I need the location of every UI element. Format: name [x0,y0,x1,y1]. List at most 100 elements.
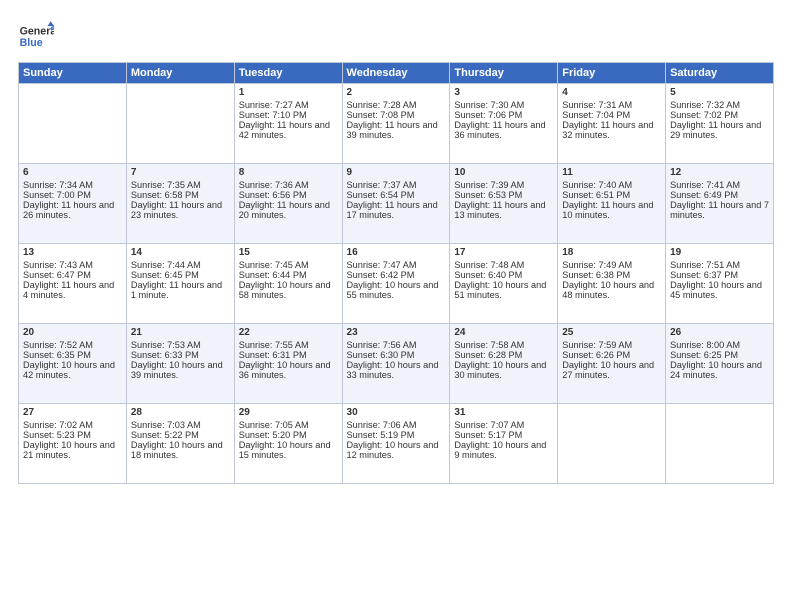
calendar-cell: 27Sunrise: 7:02 AMSunset: 5:23 PMDayligh… [19,404,127,484]
day-info: Sunset: 6:26 PM [562,350,661,360]
weekday-header-sunday: Sunday [19,63,127,84]
calendar-cell [558,404,666,484]
day-info: Sunrise: 7:36 AM [239,180,338,190]
day-info: Sunrise: 7:44 AM [131,260,230,270]
day-info: Sunset: 6:25 PM [670,350,769,360]
day-info: Sunset: 6:30 PM [347,350,446,360]
day-info: Sunrise: 7:49 AM [562,260,661,270]
day-info: Sunrise: 7:39 AM [454,180,553,190]
day-info: Daylight: 11 hours and 13 minutes. [454,200,553,220]
calendar-week-5: 27Sunrise: 7:02 AMSunset: 5:23 PMDayligh… [19,404,774,484]
calendar-cell: 3Sunrise: 7:30 AMSunset: 7:06 PMDaylight… [450,84,558,164]
calendar-cell [19,84,127,164]
calendar-cell: 19Sunrise: 7:51 AMSunset: 6:37 PMDayligh… [666,244,774,324]
day-info: Sunset: 6:58 PM [131,190,230,200]
day-info: Daylight: 10 hours and 12 minutes. [347,440,446,460]
day-info: Sunset: 6:37 PM [670,270,769,280]
weekday-header-monday: Monday [126,63,234,84]
day-info: Daylight: 11 hours and 4 minutes. [23,280,122,300]
weekday-header-friday: Friday [558,63,666,84]
day-info: Sunset: 5:20 PM [239,430,338,440]
header: General Blue [18,18,774,54]
weekday-header-wednesday: Wednesday [342,63,450,84]
logo: General Blue [18,18,54,54]
day-info: Sunset: 7:08 PM [347,110,446,120]
day-info: Daylight: 10 hours and 15 minutes. [239,440,338,460]
day-info: Daylight: 10 hours and 58 minutes. [239,280,338,300]
calendar-cell: 21Sunrise: 7:53 AMSunset: 6:33 PMDayligh… [126,324,234,404]
day-number: 16 [347,247,446,258]
day-info: Sunrise: 8:00 AM [670,340,769,350]
calendar-cell: 2Sunrise: 7:28 AMSunset: 7:08 PMDaylight… [342,84,450,164]
day-info: Sunset: 6:44 PM [239,270,338,280]
day-number: 14 [131,247,230,258]
day-info: Sunset: 6:49 PM [670,190,769,200]
day-info: Sunrise: 7:28 AM [347,100,446,110]
day-info: Sunset: 6:42 PM [347,270,446,280]
day-info: Sunrise: 7:52 AM [23,340,122,350]
logo-icon: General Blue [18,18,54,54]
calendar-week-1: 1Sunrise: 7:27 AMSunset: 7:10 PMDaylight… [19,84,774,164]
day-number: 22 [239,327,338,338]
day-number: 8 [239,167,338,178]
calendar-cell: 17Sunrise: 7:48 AMSunset: 6:40 PMDayligh… [450,244,558,324]
day-number: 15 [239,247,338,258]
page: General Blue SundayMondayTuesdayWednesda… [0,0,792,612]
day-info: Daylight: 10 hours and 24 minutes. [670,360,769,380]
day-info: Sunset: 7:02 PM [670,110,769,120]
calendar-cell: 18Sunrise: 7:49 AMSunset: 6:38 PMDayligh… [558,244,666,324]
svg-text:General: General [20,25,54,37]
day-info: Sunrise: 7:35 AM [131,180,230,190]
calendar-cell: 12Sunrise: 7:41 AMSunset: 6:49 PMDayligh… [666,164,774,244]
day-number: 24 [454,327,553,338]
day-number: 23 [347,327,446,338]
day-info: Sunrise: 7:05 AM [239,420,338,430]
day-info: Daylight: 10 hours and 48 minutes. [562,280,661,300]
calendar-cell [666,404,774,484]
day-number: 7 [131,167,230,178]
day-info: Sunset: 6:47 PM [23,270,122,280]
day-info: Sunrise: 7:06 AM [347,420,446,430]
calendar-cell: 23Sunrise: 7:56 AMSunset: 6:30 PMDayligh… [342,324,450,404]
day-info: Daylight: 11 hours and 1 minute. [131,280,230,300]
day-info: Daylight: 10 hours and 27 minutes. [562,360,661,380]
day-info: Sunrise: 7:27 AM [239,100,338,110]
day-info: Sunset: 6:53 PM [454,190,553,200]
day-info: Sunrise: 7:30 AM [454,100,553,110]
calendar-cell: 8Sunrise: 7:36 AMSunset: 6:56 PMDaylight… [234,164,342,244]
calendar-cell [126,84,234,164]
calendar-cell: 25Sunrise: 7:59 AMSunset: 6:26 PMDayligh… [558,324,666,404]
calendar-cell: 30Sunrise: 7:06 AMSunset: 5:19 PMDayligh… [342,404,450,484]
day-info: Sunset: 6:40 PM [454,270,553,280]
day-info: Sunset: 6:31 PM [239,350,338,360]
day-info: Sunrise: 7:31 AM [562,100,661,110]
calendar-cell: 11Sunrise: 7:40 AMSunset: 6:51 PMDayligh… [558,164,666,244]
day-info: Sunrise: 7:32 AM [670,100,769,110]
calendar-cell: 10Sunrise: 7:39 AMSunset: 6:53 PMDayligh… [450,164,558,244]
day-number: 26 [670,327,769,338]
calendar-cell: 29Sunrise: 7:05 AMSunset: 5:20 PMDayligh… [234,404,342,484]
day-info: Daylight: 10 hours and 55 minutes. [347,280,446,300]
svg-text:Blue: Blue [20,37,43,49]
day-info: Daylight: 11 hours and 20 minutes. [239,200,338,220]
day-number: 3 [454,87,553,98]
day-info: Sunrise: 7:55 AM [239,340,338,350]
day-number: 13 [23,247,122,258]
day-info: Sunrise: 7:51 AM [670,260,769,270]
day-info: Daylight: 11 hours and 36 minutes. [454,120,553,140]
day-number: 2 [347,87,446,98]
day-info: Daylight: 10 hours and 9 minutes. [454,440,553,460]
day-info: Daylight: 11 hours and 7 minutes. [670,200,769,220]
day-info: Daylight: 10 hours and 51 minutes. [454,280,553,300]
calendar-cell: 6Sunrise: 7:34 AMSunset: 7:00 PMDaylight… [19,164,127,244]
day-number: 21 [131,327,230,338]
day-info: Daylight: 11 hours and 10 minutes. [562,200,661,220]
weekday-header-tuesday: Tuesday [234,63,342,84]
day-info: Sunrise: 7:07 AM [454,420,553,430]
calendar-cell: 5Sunrise: 7:32 AMSunset: 7:02 PMDaylight… [666,84,774,164]
calendar-cell: 26 Sunrise: 8:00 AMSunset: 6:25 PMDayligh… [666,324,774,404]
day-number: 6 [23,167,122,178]
calendar-cell: 13Sunrise: 7:43 AMSunset: 6:47 PMDayligh… [19,244,127,324]
day-info: Sunset: 6:33 PM [131,350,230,360]
day-number: 19 [670,247,769,258]
